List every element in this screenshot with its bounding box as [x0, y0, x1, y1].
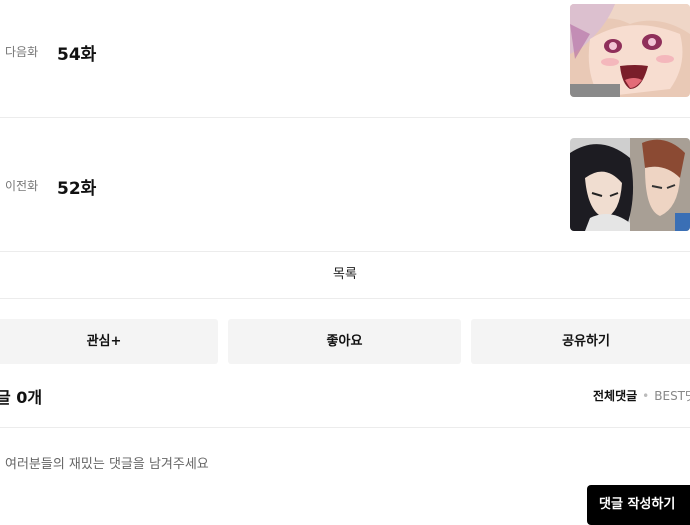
next-episode-thumbnail-image	[570, 4, 690, 97]
tab-best-comments[interactable]: BEST댓	[654, 389, 690, 403]
episode-list-link[interactable]: 목록	[0, 252, 690, 298]
prev-episode-thumbnail[interactable]	[570, 138, 690, 231]
tab-separator-dot: •	[642, 389, 650, 403]
comment-count: 글 0개	[0, 388, 43, 407]
next-episode-label: 다음화	[5, 45, 39, 59]
prev-episode-label: 이전화	[5, 179, 39, 193]
prev-episode-number: 52화	[57, 179, 97, 199]
share-button[interactable]: 공유하기	[471, 319, 690, 364]
prev-episode-row[interactable]: 이전화 52화	[0, 118, 690, 235]
comment-input[interactable]: 여러분들의 재밌는 댓글을 남겨주세요	[5, 453, 209, 472]
write-comment-button[interactable]: 댓글 작성하기	[587, 485, 690, 525]
comment-sort-tabs: 전체댓글 • BEST댓	[593, 387, 690, 404]
interest-button[interactable]: 관심+	[0, 319, 218, 364]
like-button[interactable]: 좋아요	[228, 319, 461, 364]
divider	[0, 427, 690, 428]
tab-all-comments[interactable]: 전체댓글	[593, 389, 637, 403]
prev-episode-thumbnail-image	[570, 138, 690, 231]
next-episode-number: 54화	[57, 45, 97, 65]
next-episode-row[interactable]: 다음화 54화	[0, 0, 690, 117]
next-episode-thumbnail[interactable]	[570, 4, 690, 97]
divider	[0, 298, 690, 299]
